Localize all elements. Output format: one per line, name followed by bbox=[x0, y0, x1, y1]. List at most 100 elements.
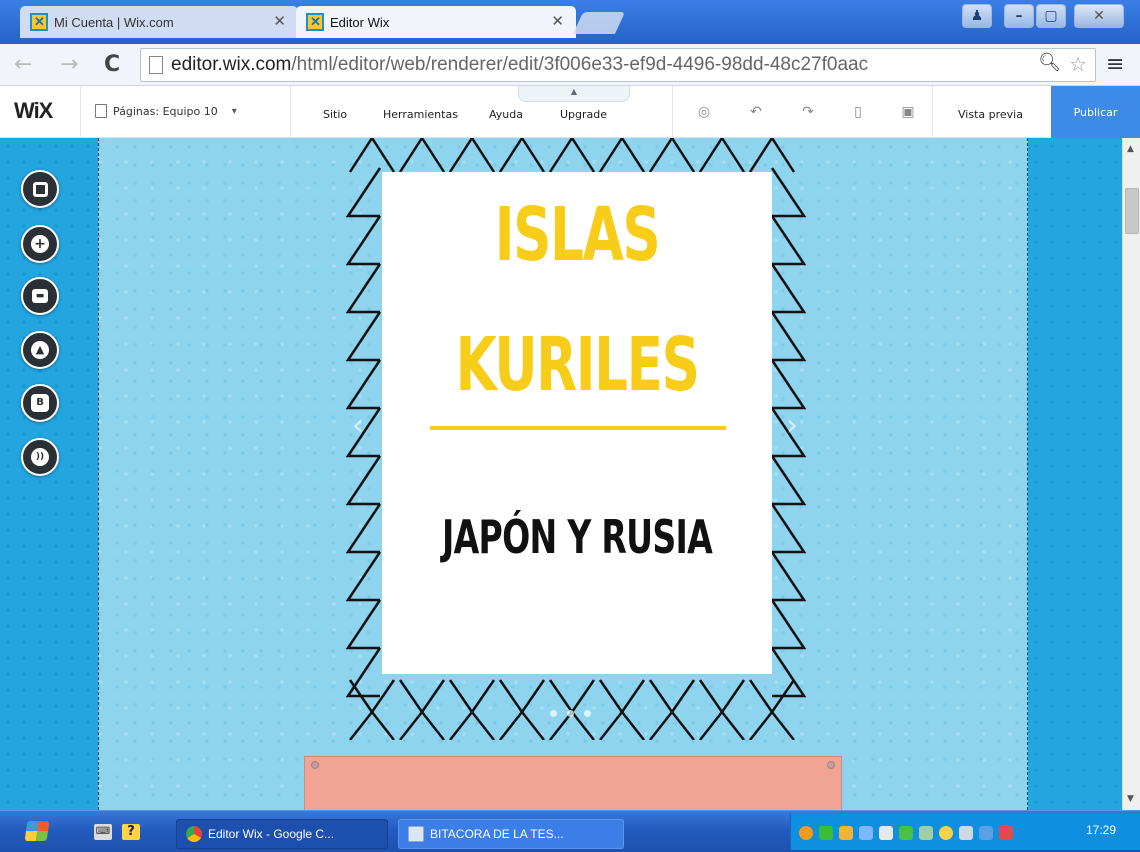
bookmark-star-icon[interactable]: ☆ bbox=[1069, 52, 1087, 77]
address-bar[interactable]: editor.wix.com/html/editor/web/renderer/… bbox=[140, 48, 1096, 82]
scroll-thumb[interactable] bbox=[1125, 188, 1139, 234]
scroll-down-icon[interactable]: ▼ bbox=[1127, 794, 1134, 804]
chrome-icon bbox=[186, 826, 202, 842]
background-tool-button[interactable] bbox=[21, 170, 59, 208]
taskbar-item-word[interactable]: BITACORA DE LA TES... bbox=[398, 819, 624, 849]
volume-icon[interactable] bbox=[839, 826, 853, 840]
pin-handle[interactable] bbox=[827, 761, 835, 769]
chevron-down-icon: ▾ bbox=[231, 105, 237, 117]
menu-herramientas[interactable]: Herramientas bbox=[383, 108, 458, 121]
signal-icon[interactable] bbox=[819, 826, 833, 840]
minimize-button[interactable]: – bbox=[1004, 4, 1034, 28]
slide-card[interactable]: ISLAS KURILES JAPÓN Y RUSIA bbox=[382, 172, 772, 674]
app-market-button[interactable]: ▬ bbox=[21, 277, 59, 315]
display-icon[interactable] bbox=[959, 826, 973, 840]
divider bbox=[290, 86, 291, 138]
wix-favicon-icon bbox=[306, 13, 324, 31]
preview-button[interactable]: Vista previa bbox=[958, 108, 1023, 121]
pattern-stroke bbox=[698, 679, 746, 715]
publish-button[interactable]: Publicar bbox=[1051, 86, 1140, 138]
pages-dropdown[interactable]: Páginas: Equipo 10 ▾ bbox=[95, 104, 237, 118]
slide-dot[interactable] bbox=[584, 710, 591, 717]
pattern-stroke bbox=[345, 455, 382, 506]
close-window-button[interactable]: ✕ bbox=[1074, 4, 1124, 28]
add-tool-button[interactable]: + bbox=[21, 225, 59, 263]
pink-strip-element[interactable] bbox=[304, 756, 842, 810]
pattern-stroke bbox=[345, 263, 382, 314]
messenger-icon[interactable] bbox=[939, 826, 953, 840]
pattern-stroke bbox=[598, 138, 646, 173]
taskbar-item-label: Editor Wix - Google C... bbox=[208, 827, 335, 841]
slide-dots bbox=[550, 710, 591, 717]
tab-label: Editor Wix bbox=[330, 14, 390, 30]
user-icon[interactable]: ♟ bbox=[962, 4, 992, 28]
new-tab-button[interactable] bbox=[572, 12, 626, 34]
slide-title-line1[interactable]: ISLAS bbox=[437, 192, 718, 278]
collapse-toolbar-handle[interactable]: ▲ bbox=[518, 86, 630, 102]
pages-icon bbox=[95, 104, 107, 118]
page-icon bbox=[149, 56, 163, 74]
vertical-scrollbar[interactable]: ▲ ▼ bbox=[1122, 138, 1140, 810]
save-icon[interactable]: ▣ bbox=[898, 102, 918, 122]
slide-subtitle[interactable]: JAPÓN Y RUSIA bbox=[437, 510, 718, 564]
menu-upgrade[interactable]: Upgrade bbox=[560, 108, 607, 121]
zoom-icon[interactable]: ◎ bbox=[694, 102, 714, 122]
redo-icon[interactable]: ↷ bbox=[798, 102, 818, 122]
network-icon[interactable] bbox=[859, 826, 873, 840]
reload-icon[interactable]: C bbox=[104, 52, 120, 77]
close-tab-icon[interactable]: ✕ bbox=[273, 12, 286, 30]
pattern-stroke bbox=[498, 138, 546, 173]
slide-prev-arrow-icon[interactable]: ‹ bbox=[352, 408, 364, 443]
pattern-stroke bbox=[648, 138, 696, 173]
title-divider-line bbox=[430, 426, 726, 430]
taskbar-item-chrome[interactable]: Editor Wix - Google C... bbox=[176, 819, 388, 849]
chat-button[interactable]: )) bbox=[21, 438, 59, 476]
close-tab-icon[interactable]: ✕ bbox=[551, 12, 564, 30]
left-guide-line bbox=[98, 138, 99, 810]
wifi-icon[interactable] bbox=[899, 826, 913, 840]
slide-dot[interactable] bbox=[567, 710, 574, 717]
tab-editor-wix[interactable]: Editor Wix ✕ bbox=[296, 6, 576, 38]
pin-handle[interactable] bbox=[311, 761, 319, 769]
pattern-stroke bbox=[345, 599, 382, 650]
menu-sitio[interactable]: Sitio bbox=[323, 108, 347, 121]
speaker-icon[interactable] bbox=[879, 826, 893, 840]
url-host: editor.wix.com bbox=[171, 54, 292, 75]
tray-app-icon[interactable] bbox=[799, 826, 813, 840]
pattern-stroke bbox=[748, 138, 796, 173]
monitor-icon[interactable] bbox=[979, 826, 993, 840]
slide-title-line2[interactable]: KURILES bbox=[437, 322, 718, 408]
tab-mi-cuenta[interactable]: Mi Cuenta | Wix.com ✕ bbox=[20, 6, 298, 38]
windows-taskbar: ⌨ ? Editor Wix - Google C... BITACORA DE… bbox=[0, 810, 1140, 852]
screen: Mi Cuenta | Wix.com ✕ Editor Wix ✕ ♟ – ▢… bbox=[0, 0, 1140, 852]
zoom-icon[interactable]: 🔍︎ bbox=[1034, 52, 1061, 73]
pattern-stroke bbox=[770, 599, 807, 650]
slide-dot[interactable] bbox=[550, 710, 557, 717]
chrome-menu-icon[interactable]: ≡ bbox=[1106, 52, 1124, 77]
help-icon[interactable]: ? bbox=[122, 824, 140, 840]
pattern-stroke bbox=[499, 709, 545, 740]
security-icon[interactable] bbox=[919, 826, 933, 840]
divider bbox=[80, 86, 81, 138]
blog-icon: B bbox=[31, 394, 49, 412]
scroll-up-icon[interactable]: ▲ bbox=[1127, 144, 1134, 154]
pattern-stroke bbox=[649, 709, 695, 740]
menu-ayuda[interactable]: Ayuda bbox=[489, 108, 523, 121]
divider bbox=[672, 86, 673, 138]
mobile-view-icon[interactable]: ▯ bbox=[848, 102, 868, 122]
blog-button[interactable]: B bbox=[21, 384, 59, 422]
back-icon[interactable]: ← bbox=[14, 52, 32, 77]
pattern-stroke bbox=[448, 138, 496, 173]
undo-icon[interactable]: ↶ bbox=[746, 102, 766, 122]
clock: 17:29 bbox=[1086, 823, 1117, 837]
forward-icon[interactable]: → bbox=[60, 52, 78, 77]
pattern-stroke bbox=[699, 709, 745, 740]
editor-canvas[interactable]: + ▬ ▲ B )) ISLAS KURILES JAPÓN Y RUSIA ‹… bbox=[0, 138, 1122, 810]
upload-button[interactable]: ▲ bbox=[21, 331, 59, 369]
slide-next-arrow-icon[interactable]: › bbox=[786, 408, 798, 443]
keyboard-icon[interactable]: ⌨ bbox=[94, 824, 112, 840]
pattern-stroke bbox=[345, 167, 382, 218]
start-button[interactable] bbox=[24, 821, 50, 841]
alert-icon[interactable] bbox=[999, 826, 1013, 840]
maximize-button[interactable]: ▢ bbox=[1036, 4, 1066, 28]
